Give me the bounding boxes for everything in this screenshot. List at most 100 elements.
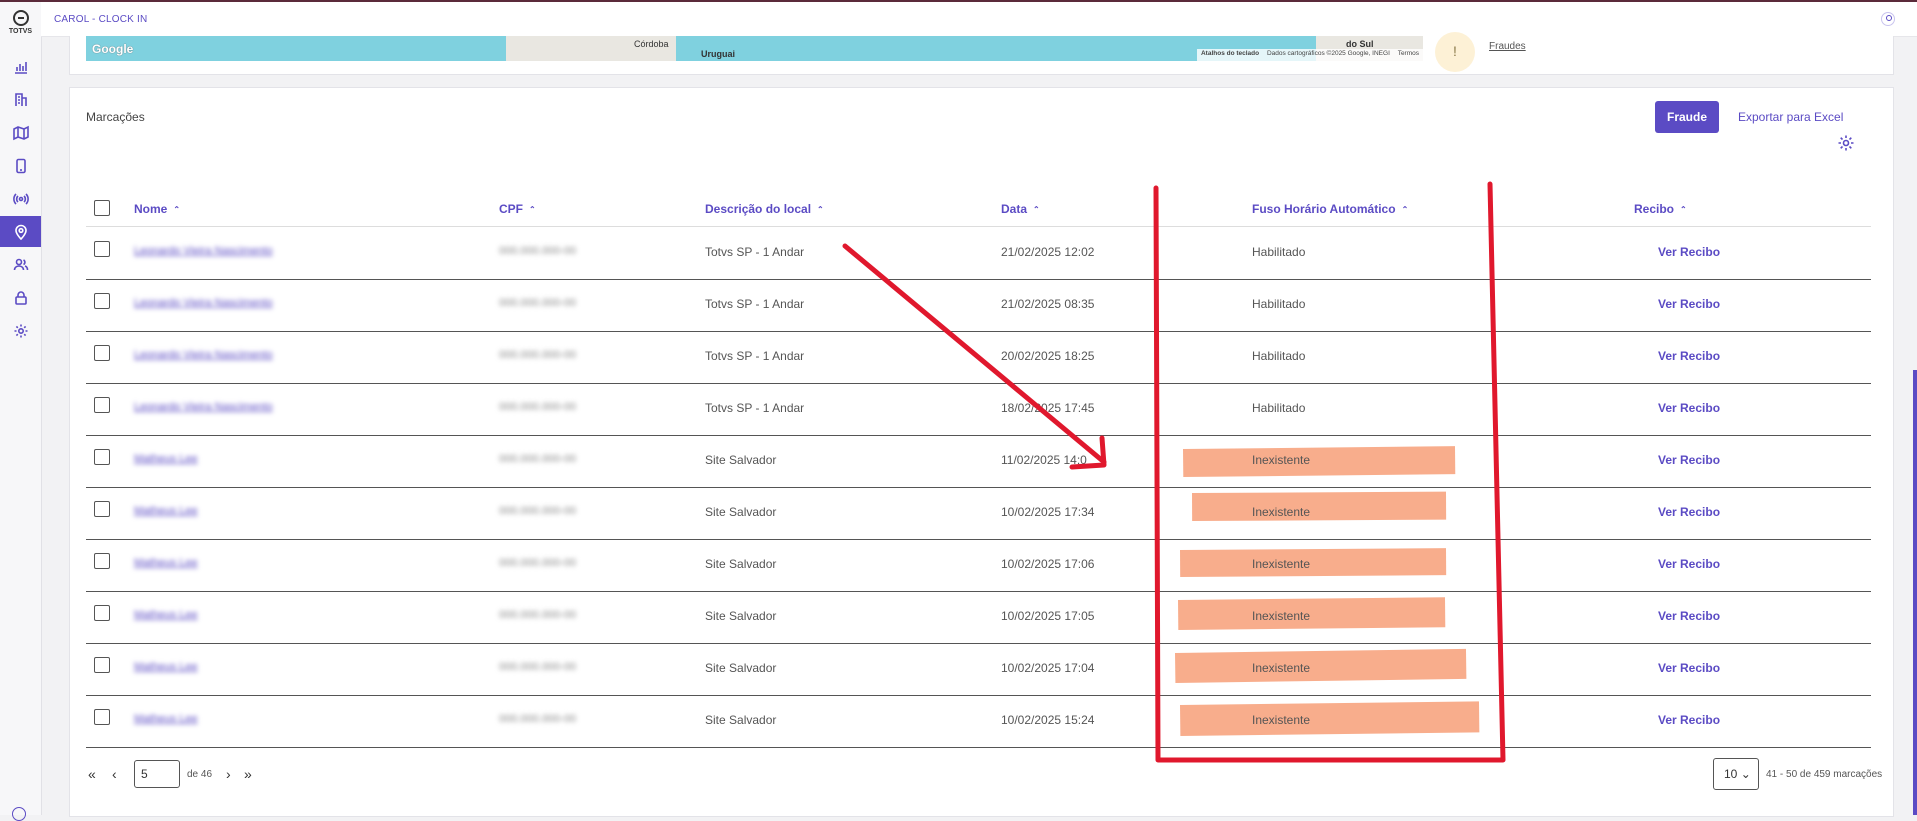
totvs-logo-icon <box>12 10 29 26</box>
totvs-logo[interactable]: TOTVS <box>0 10 41 35</box>
sidebar-item-security[interactable] <box>0 282 41 313</box>
cpf-value: 000.000.000-00 <box>499 557 577 569</box>
timestamp-value: 20/02/2025 18:25 <box>1001 349 1095 363</box>
sort-icon: ⌃ <box>817 205 824 214</box>
table-row[interactable]: Leonardo Vieira Nascimento 000.000.000-00… <box>86 227 1871 280</box>
row-checkbox[interactable] <box>94 293 110 309</box>
timezone-status: Inexistente <box>1252 661 1311 675</box>
view-receipt-link[interactable]: Ver Recibo <box>1658 557 1720 571</box>
sidebar-item-companies[interactable] <box>0 84 41 115</box>
timestamp-value: 10/02/2025 17:06 <box>1001 557 1095 571</box>
row-checkbox[interactable] <box>94 345 110 361</box>
user-avatar-icon[interactable] <box>1881 12 1895 26</box>
sidebar-item-locations[interactable] <box>0 216 41 247</box>
employee-name-link[interactable]: Leonardo Vieira Nascimento <box>134 401 273 413</box>
column-label: Descrição do local <box>705 202 812 216</box>
timestamp-value: 10/02/2025 17:34 <box>1001 505 1095 519</box>
employee-name-link[interactable]: Matheus Lee <box>134 713 198 725</box>
employee-name-link[interactable]: Leonardo Vieira Nascimento <box>134 349 273 361</box>
sidebar-item-dashboard[interactable] <box>0 51 41 82</box>
previous-page-icon[interactable]: ‹ <box>112 766 117 782</box>
view-receipt-link[interactable]: Ver Recibo <box>1658 661 1720 675</box>
row-checkbox[interactable] <box>94 709 110 725</box>
employee-name-link[interactable]: Leonardo Vieira Nascimento <box>134 245 273 257</box>
marcacoes-card: Marcações Fraude Exportar para Excel Nom… <box>69 87 1894 817</box>
page-size-select[interactable]: 10 ⌄ <box>1713 758 1759 790</box>
cpf-value: 000.000.000-00 <box>499 245 577 257</box>
sidebar-item-users[interactable] <box>0 249 41 280</box>
table-row[interactable]: Matheus Lee 000.000.000-00 Site Salvador 10… <box>86 695 1871 748</box>
map-shortcuts-link[interactable]: Atalhos do teclado <box>1201 50 1259 57</box>
location-description: Site Salvador <box>705 661 777 675</box>
row-checkbox[interactable] <box>94 501 110 517</box>
map[interactable]: Google Córdoba Uruguai do Sul Atalhos do… <box>86 36 1423 61</box>
first-page-icon[interactable]: « <box>88 766 96 782</box>
view-receipt-link[interactable]: Ver Recibo <box>1658 713 1720 727</box>
row-checkbox[interactable] <box>94 605 110 621</box>
view-receipt-link[interactable]: Ver Recibo <box>1658 401 1720 415</box>
column-header-data[interactable]: Data ⌃ <box>1001 202 1040 216</box>
employee-name-link[interactable]: Matheus Lee <box>134 661 198 673</box>
view-receipt-link[interactable]: Ver Recibo <box>1658 245 1720 259</box>
column-header-descricao[interactable]: Descrição do local ⌃ <box>705 202 824 216</box>
totvs-logo-text: TOTVS <box>8 28 33 35</box>
column-header-nome[interactable]: Nome ⌃ <box>134 202 180 216</box>
table-row[interactable]: Matheus Lee 000.000.000-00 Site Salvador 10… <box>86 591 1871 644</box>
view-receipt-link[interactable]: Ver Recibo <box>1658 505 1720 519</box>
users-icon <box>13 258 28 270</box>
sidebar-item-signals[interactable] <box>0 183 41 214</box>
row-checkbox[interactable] <box>94 241 110 257</box>
page-scrollbar[interactable] <box>1913 370 1917 815</box>
map-data-credit: Dados cartográficos ©2025 Google, INEGI <box>1266 50 1390 57</box>
row-checkbox[interactable] <box>94 397 110 413</box>
location-description: Site Salvador <box>705 505 777 519</box>
employee-name-link[interactable]: Matheus Lee <box>134 609 198 621</box>
table-row[interactable]: Leonardo Vieira Nascimento 000.000.000-00… <box>86 383 1871 436</box>
row-checkbox[interactable] <box>94 657 110 673</box>
table-settings-button[interactable] <box>1837 134 1855 152</box>
table-row[interactable]: Matheus Lee 000.000.000-00 Site Salvador 10… <box>86 539 1871 592</box>
row-checkbox[interactable] <box>94 553 110 569</box>
range-label: 41 - 50 de 459 marcações <box>1766 769 1883 780</box>
page-size-value: 10 <box>1724 767 1738 781</box>
pagination: « ‹ de 46 › » 10 ⌄ 41 - 50 de 459 marcaç… <box>86 758 1882 792</box>
fraudes-link[interactable]: Fraudes <box>1489 41 1526 52</box>
view-receipt-link[interactable]: Ver Recibo <box>1658 453 1720 467</box>
employee-name-link[interactable]: Matheus Lee <box>134 505 198 517</box>
view-receipt-link[interactable]: Ver Recibo <box>1658 609 1720 623</box>
table-row[interactable]: Matheus Lee 000.000.000-00 Site Salvador 11… <box>86 435 1871 488</box>
table-row[interactable]: Leonardo Vieira Nascimento 000.000.000-00… <box>86 279 1871 332</box>
timestamp-value: 21/02/2025 12:02 <box>1001 245 1095 259</box>
employee-name-link[interactable]: Leonardo Vieira Nascimento <box>134 297 273 309</box>
column-header-cpf[interactable]: CPF ⌃ <box>499 202 536 216</box>
view-receipt-link[interactable]: Ver Recibo <box>1658 297 1720 311</box>
sidebar-item-settings[interactable] <box>0 315 41 346</box>
last-page-icon[interactable]: » <box>244 766 252 782</box>
cpf-value: 000.000.000-00 <box>499 401 577 413</box>
column-header-fuso[interactable]: Fuso Horário Automático ⌃ <box>1252 202 1408 216</box>
table-row[interactable]: Matheus Lee 000.000.000-00 Site Salvador 10… <box>86 643 1871 696</box>
timestamp-value: 10/02/2025 15:24 <box>1001 713 1095 727</box>
fraude-button[interactable]: Fraude <box>1655 101 1719 133</box>
timezone-status: Inexistente <box>1252 557 1311 571</box>
view-receipt-link[interactable]: Ver Recibo <box>1658 349 1720 363</box>
location-description: Totvs SP - 1 Andar <box>705 349 805 363</box>
employee-name-link[interactable]: Matheus Lee <box>134 557 198 569</box>
select-all-checkbox[interactable] <box>94 200 110 216</box>
employee-name-link[interactable]: Matheus Lee <box>134 453 198 465</box>
map-card: Google Córdoba Uruguai do Sul Atalhos do… <box>69 32 1894 75</box>
page-number-input[interactable] <box>134 760 180 788</box>
sidebar-item-devices[interactable] <box>0 150 41 181</box>
map-attribution: Atalhos do teclado Dados cartográficos ©… <box>1196 49 1423 61</box>
table-row[interactable]: Leonardo Vieira Nascimento 000.000.000-00… <box>86 331 1871 384</box>
table-row[interactable]: Matheus Lee 000.000.000-00 Site Salvador 10… <box>86 487 1871 540</box>
next-page-icon[interactable]: › <box>226 766 231 782</box>
column-header-recibo[interactable]: Recibo ⌃ <box>1634 202 1687 216</box>
sidebar: TOTVS <box>0 2 42 821</box>
collapse-sidebar-icon[interactable] <box>12 807 26 821</box>
row-checkbox[interactable] <box>94 449 110 465</box>
sort-icon: ⌃ <box>529 205 536 214</box>
map-terms-link[interactable]: Termos <box>1398 50 1419 57</box>
export-excel-button[interactable]: Exportar para Excel <box>1738 110 1843 124</box>
sidebar-item-map[interactable] <box>0 117 41 148</box>
